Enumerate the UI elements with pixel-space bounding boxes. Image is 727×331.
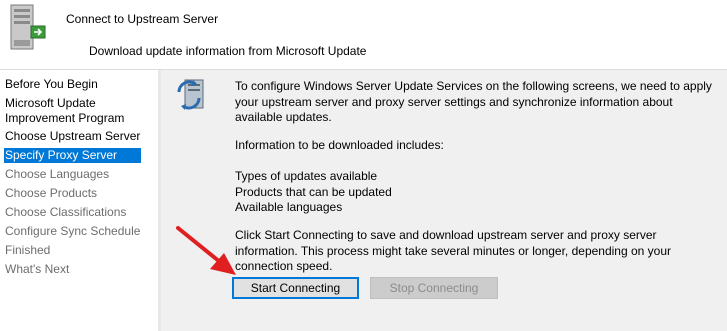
info-item-products: Products that can be updated — [235, 184, 392, 199]
step-choose-upstream-server[interactable]: Choose Upstream Server — [4, 129, 141, 144]
wizard-steps-nav: Before You Begin Microsoft Update Improv… — [0, 70, 158, 331]
intro-text: To configure Windows Server Update Servi… — [235, 79, 712, 124]
step-whats-next: What's Next — [5, 262, 70, 276]
step-choose-products: Choose Products — [5, 186, 98, 200]
start-connecting-button[interactable]: Start Connecting — [232, 277, 359, 299]
step-specify-proxy-server[interactable]: Specify Proxy Server — [4, 148, 141, 163]
page-subtitle: Download update information from Microso… — [89, 44, 367, 58]
info-item-languages: Available languages — [235, 200, 343, 214]
step-choose-classifications: Choose Classifications — [5, 205, 127, 219]
wizard-header: Connect to Upstream Server Download upda… — [0, 0, 727, 70]
wizard-content: To configure Windows Server Update Servi… — [161, 70, 727, 331]
info-item-types: Types of updates available — [235, 169, 378, 183]
server-connect-icon — [10, 4, 46, 50]
sync-server-icon — [177, 79, 204, 110]
step-configure-sync-schedule: Configure Sync Schedule — [5, 224, 141, 238]
step-before-you-begin[interactable]: Before You Begin — [4, 77, 141, 92]
step-choose-languages: Choose Languages — [5, 167, 110, 181]
step-finished: Finished — [5, 243, 51, 257]
instructions-text: Click Start Connecting to save and downl… — [235, 228, 672, 273]
stop-connecting-button: Stop Connecting — [370, 277, 498, 299]
info-heading: Information to be downloaded includes: — [235, 138, 444, 152]
step-microsoft-update-improvement-program[interactable]: Microsoft Update Improvement Program — [4, 96, 141, 126]
page-title: Connect to Upstream Server — [66, 12, 219, 26]
